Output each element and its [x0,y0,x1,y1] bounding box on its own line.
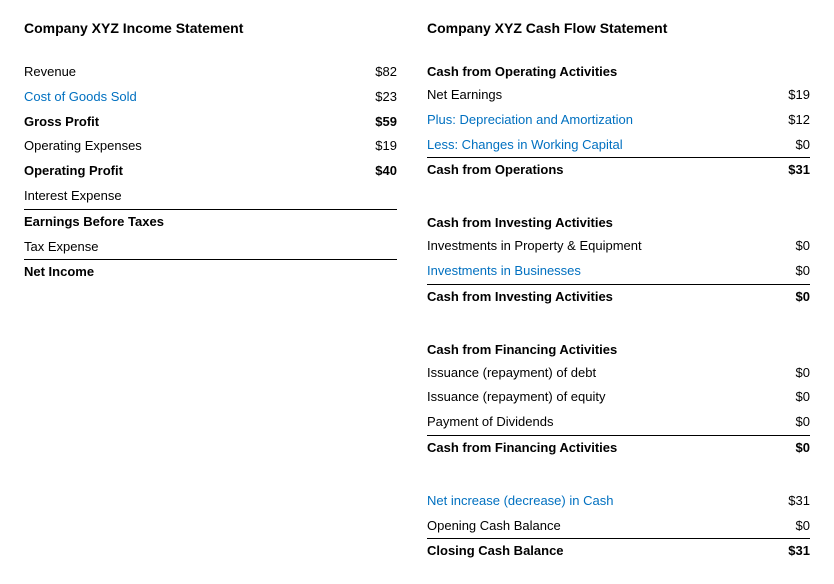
row-label: Cost of Goods Sold [24,87,357,108]
row-label: Less: Changes in Working Capital [427,135,770,156]
income-statement-section: Company XYZ Income Statement Revenue$82C… [24,20,417,564]
table-row: Investments in Businesses$0 [427,259,810,285]
row-label: Net Income [24,262,357,283]
financing-rows: Issuance (repayment) of debt$0Issuance (… [427,361,810,461]
investing-title: Cash from Investing Activities [427,215,810,230]
table-row: Issuance (repayment) of debt$0 [427,361,810,386]
row-label: Investments in Businesses [427,261,770,282]
row-label: Operating Profit [24,161,357,182]
table-row: Payment of Dividends$0 [427,410,810,436]
row-label: Earnings Before Taxes [24,212,357,233]
table-row: Revenue$82 [24,60,397,85]
table-row: Issuance (repayment) of equity$0 [427,385,810,410]
row-label: Plus: Depreciation and Amortization [427,110,770,131]
row-value: $19 [357,136,397,157]
row-value: $0 [770,412,810,433]
investing-rows: Investments in Property & Equipment$0Inv… [427,234,810,309]
row-label: Net increase (decrease) in Cash [427,491,770,512]
table-row: Plus: Depreciation and Amortization$12 [427,108,810,133]
row-label: Cash from Investing Activities [427,287,770,308]
row-label: Cash from Financing Activities [427,438,770,459]
table-row: Operating Expenses$19 [24,134,397,159]
table-row: Tax Expense [24,235,397,261]
row-value: $19 [770,85,810,106]
row-value: $0 [770,236,810,257]
row-label: Closing Cash Balance [427,541,770,562]
table-row: Cash from Investing Activities$0 [427,285,810,310]
row-value: $0 [770,438,810,459]
row-label: Cash from Operations [427,160,770,181]
row-value: $0 [770,363,810,384]
row-value: $0 [770,135,810,156]
row-label: Gross Profit [24,112,357,133]
row-value: $31 [770,491,810,512]
table-row: Gross Profit$59 [24,110,397,135]
row-value: $0 [770,387,810,408]
row-label: Payment of Dividends [427,412,770,433]
table-row: Cash from Financing Activities$0 [427,436,810,461]
table-row: Cost of Goods Sold$23 [24,85,397,110]
table-row: Interest Expense [24,184,397,210]
table-row: Closing Cash Balance$31 [427,539,810,564]
row-label: Investments in Property & Equipment [427,236,770,257]
row-value: $0 [770,516,810,537]
table-row: Net increase (decrease) in Cash$31 [427,489,810,514]
row-value: $40 [357,161,397,182]
row-label: Tax Expense [24,237,357,258]
row-value: $31 [770,160,810,181]
row-value: $23 [357,87,397,108]
row-label: Operating Expenses [24,136,357,157]
row-value: $59 [357,112,397,133]
row-label: Interest Expense [24,186,357,207]
table-row: Less: Changes in Working Capital$0 [427,133,810,159]
row-value: $82 [357,62,397,83]
table-row: Net Earnings$19 [427,83,810,108]
cash-flow-title: Company XYZ Cash Flow Statement [427,20,810,36]
table-row: Operating Profit$40 [24,159,397,184]
table-row: Opening Cash Balance$0 [427,514,810,540]
income-rows: Revenue$82Cost of Goods Sold$23Gross Pro… [24,60,397,285]
row-label: Revenue [24,62,357,83]
table-row: Net Income [24,260,397,285]
row-value: $12 [770,110,810,131]
financing-title: Cash from Financing Activities [427,342,810,357]
operating-rows: Net Earnings$19Plus: Depreciation and Am… [427,83,810,183]
table-row: Investments in Property & Equipment$0 [427,234,810,259]
income-statement-title: Company XYZ Income Statement [24,20,397,36]
row-label: Issuance (repayment) of debt [427,363,770,384]
row-label: Issuance (repayment) of equity [427,387,770,408]
summary-rows: Net increase (decrease) in Cash$31Openin… [427,489,810,564]
row-value: $0 [770,287,810,308]
row-label: Net Earnings [427,85,770,106]
row-label: Opening Cash Balance [427,516,770,537]
cash-flow-section: Company XYZ Cash Flow Statement Cash fro… [417,20,810,564]
row-value: $31 [770,541,810,562]
operating-title: Cash from Operating Activities [427,64,810,79]
table-row: Earnings Before Taxes [24,210,397,235]
table-row: Cash from Operations$31 [427,158,810,183]
row-value: $0 [770,261,810,282]
